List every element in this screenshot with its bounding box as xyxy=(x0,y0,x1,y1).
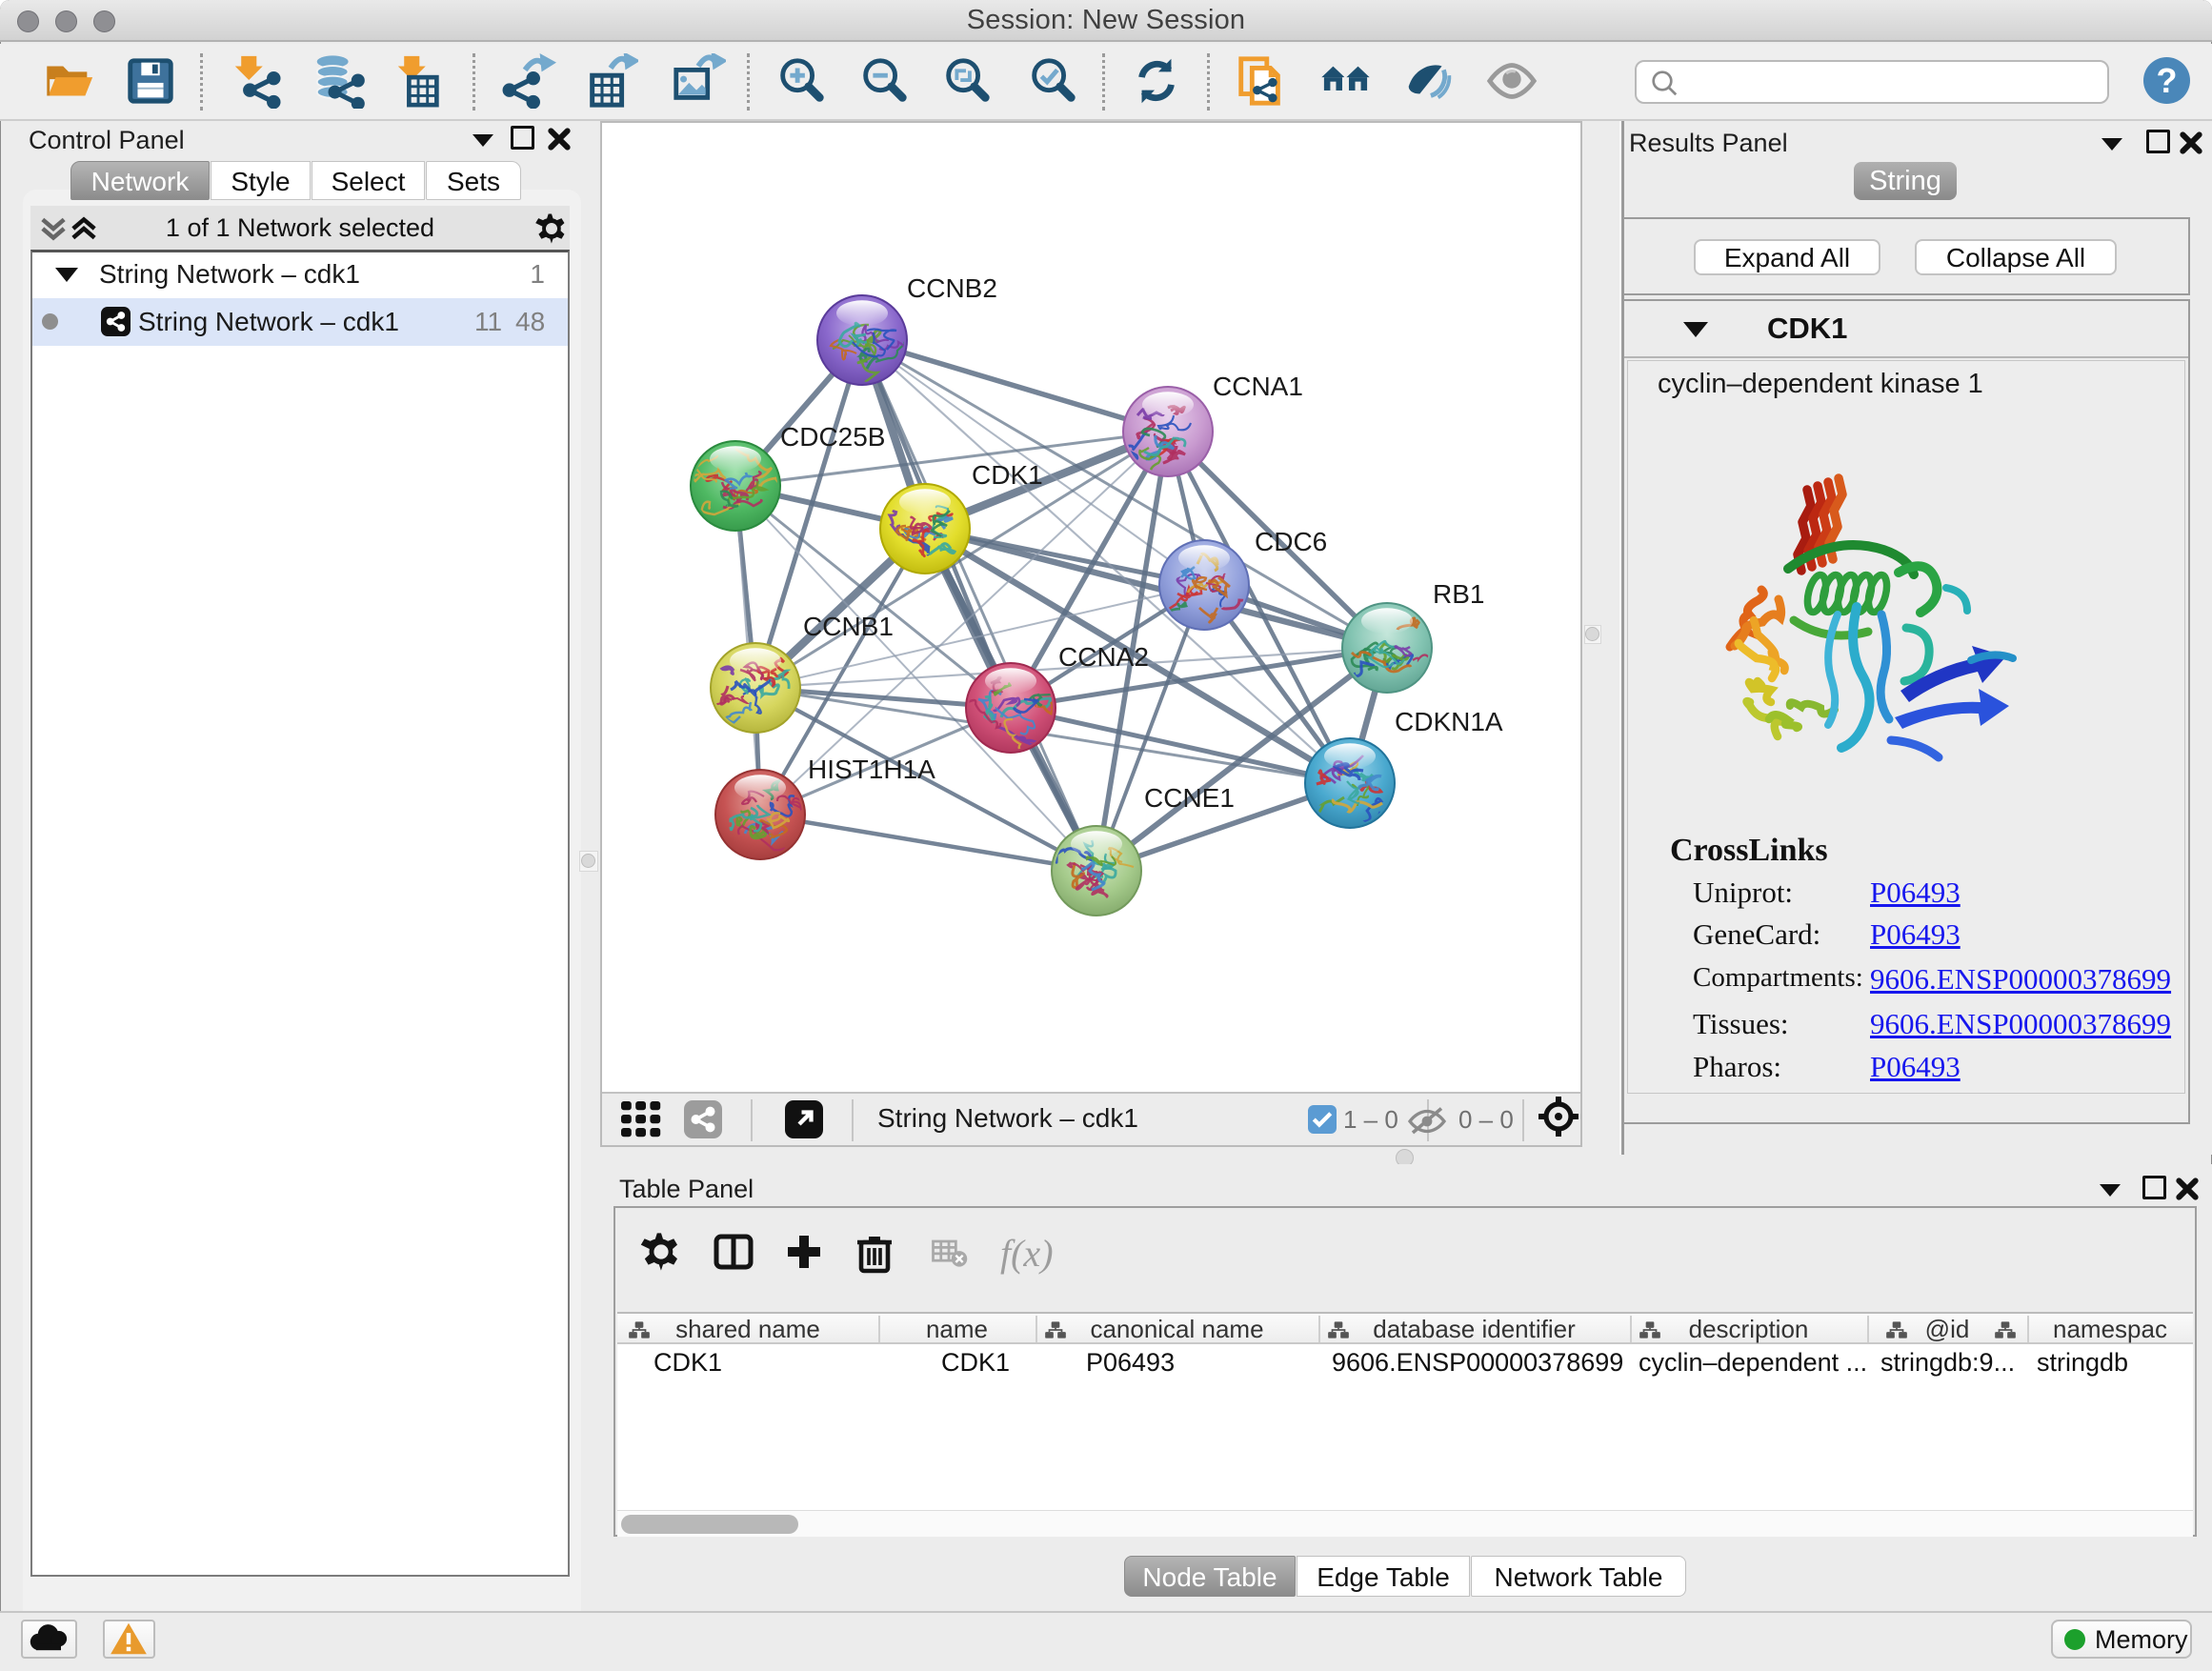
svg-text:RB1: RB1 xyxy=(1433,579,1484,609)
svg-text:CCNB2: CCNB2 xyxy=(907,273,997,303)
svg-text:CCNE1: CCNE1 xyxy=(1144,783,1235,813)
svg-text:CCNB1: CCNB1 xyxy=(803,612,894,641)
svg-text:CCNA1: CCNA1 xyxy=(1213,372,1303,401)
svg-text:HIST1H1A: HIST1H1A xyxy=(808,755,935,784)
svg-text:CDC25B: CDC25B xyxy=(780,422,885,452)
svg-text:CCNA2: CCNA2 xyxy=(1058,642,1149,672)
svg-text:CDC6: CDC6 xyxy=(1255,527,1327,556)
svg-text:CDK1: CDK1 xyxy=(972,460,1043,490)
svg-text:CDKN1A: CDKN1A xyxy=(1395,707,1503,736)
